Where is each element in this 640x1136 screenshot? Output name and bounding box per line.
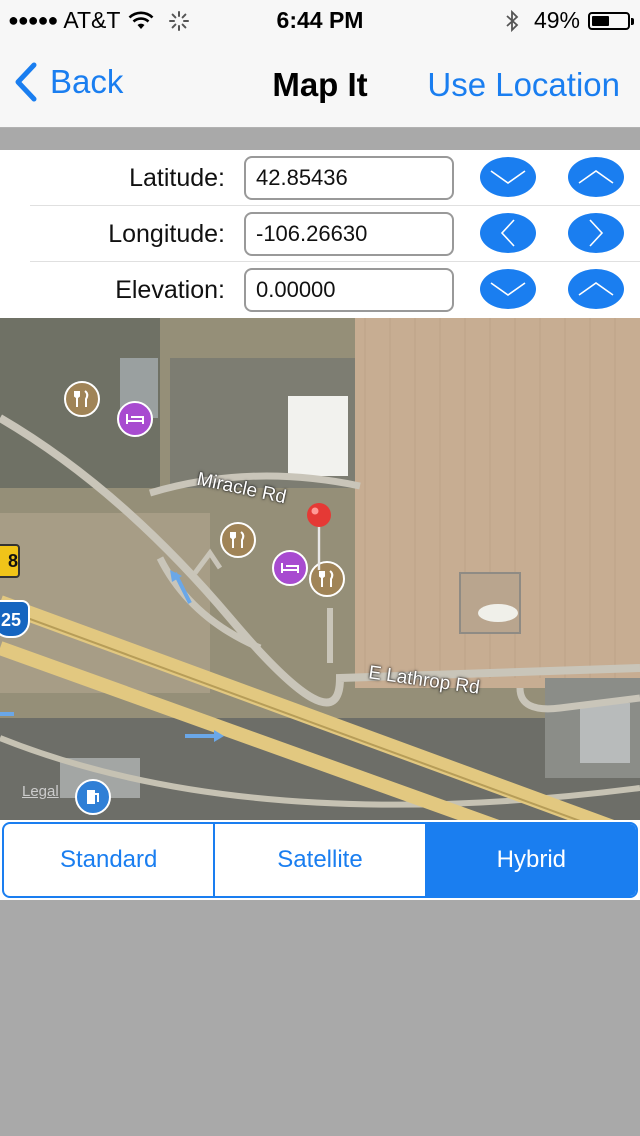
- chevron-left-icon: [15, 62, 37, 102]
- restaurant-poi[interactable]: [64, 381, 100, 417]
- fuel-poi[interactable]: [75, 779, 111, 815]
- separator-band: [0, 128, 640, 150]
- battery-tip: [631, 17, 634, 25]
- navigation-bar: Back Map It Use Location: [0, 40, 640, 128]
- elevation-row: Elevation:: [0, 262, 640, 318]
- chevron-down-icon: [490, 170, 526, 184]
- fork-knife-icon: [230, 531, 245, 548]
- interstate-shield-25: 25: [0, 600, 30, 638]
- map-pin-icon: [307, 503, 331, 570]
- coordinate-form: Latitude: Longitude: Elevation:: [0, 150, 640, 318]
- latitude-field[interactable]: [244, 156, 454, 200]
- location-pin[interactable]: [305, 502, 333, 572]
- bed-icon: [281, 563, 299, 573]
- longitude-row: Longitude:: [0, 206, 640, 262]
- fork-knife-icon: [74, 390, 89, 407]
- elevation-field[interactable]: [244, 268, 454, 312]
- latitude-row: Latitude:: [0, 150, 640, 206]
- back-button-label: Back: [50, 63, 124, 100]
- fork-knife-icon: [319, 570, 334, 587]
- map-view[interactable]: Miracle Rd E Lathrop Rd 8 25 Legal: [0, 318, 640, 820]
- hotel-poi[interactable]: [117, 401, 153, 437]
- status-right: 49%: [504, 7, 634, 34]
- elevation-decrease-button[interactable]: [480, 269, 536, 309]
- fuel-pump-icon: [87, 790, 99, 804]
- highway-shield-8: 8: [0, 544, 20, 578]
- map-type-bar: Standard Satellite Hybrid: [0, 820, 640, 900]
- back-button[interactable]: Back: [14, 62, 123, 102]
- segment-standard[interactable]: Standard: [4, 824, 213, 896]
- longitude-field[interactable]: [244, 212, 454, 256]
- chevron-up-icon: [578, 282, 614, 296]
- map-type-segmented-control: Standard Satellite Hybrid: [2, 822, 638, 898]
- chevron-left-icon: [500, 219, 515, 247]
- battery-icon: [588, 11, 634, 30]
- status-bar: ●●●●● AT&T 6:44 PM 49%: [0, 0, 640, 40]
- elevation-label: Elevation:: [115, 276, 225, 304]
- chevron-down-icon: [490, 282, 526, 296]
- longitude-label: Longitude:: [108, 220, 225, 248]
- segment-hybrid[interactable]: Hybrid: [424, 824, 636, 896]
- elevation-increase-button[interactable]: [568, 269, 624, 309]
- battery-percentage: 49%: [533, 7, 580, 33]
- use-location-button[interactable]: Use Location: [427, 66, 620, 104]
- latitude-decrease-button[interactable]: [480, 157, 536, 197]
- battery-fill: [592, 15, 609, 26]
- longitude-decrease-button[interactable]: [480, 213, 536, 253]
- hotel-poi[interactable]: [272, 550, 308, 586]
- bed-icon: [126, 414, 144, 424]
- chevron-right-icon: [589, 219, 604, 247]
- latitude-increase-button[interactable]: [568, 157, 624, 197]
- chevron-up-icon: [578, 170, 614, 184]
- restaurant-poi[interactable]: [220, 522, 256, 558]
- segment-satellite[interactable]: Satellite: [213, 824, 424, 896]
- legal-link[interactable]: Legal: [22, 783, 59, 800]
- longitude-increase-button[interactable]: [568, 213, 624, 253]
- latitude-label: Latitude:: [129, 164, 225, 192]
- bluetooth-icon: [506, 9, 519, 32]
